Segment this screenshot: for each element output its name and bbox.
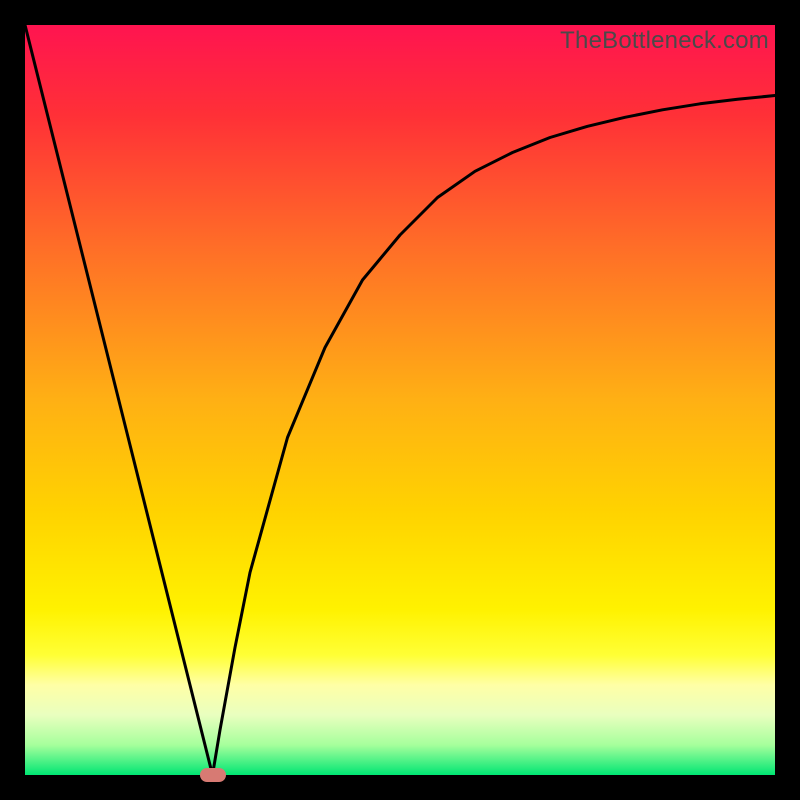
bottleneck-curve bbox=[25, 25, 775, 775]
chart-curve-layer bbox=[25, 25, 775, 775]
chart-frame: TheBottleneck.com bbox=[25, 25, 775, 775]
minimum-marker bbox=[200, 768, 226, 782]
